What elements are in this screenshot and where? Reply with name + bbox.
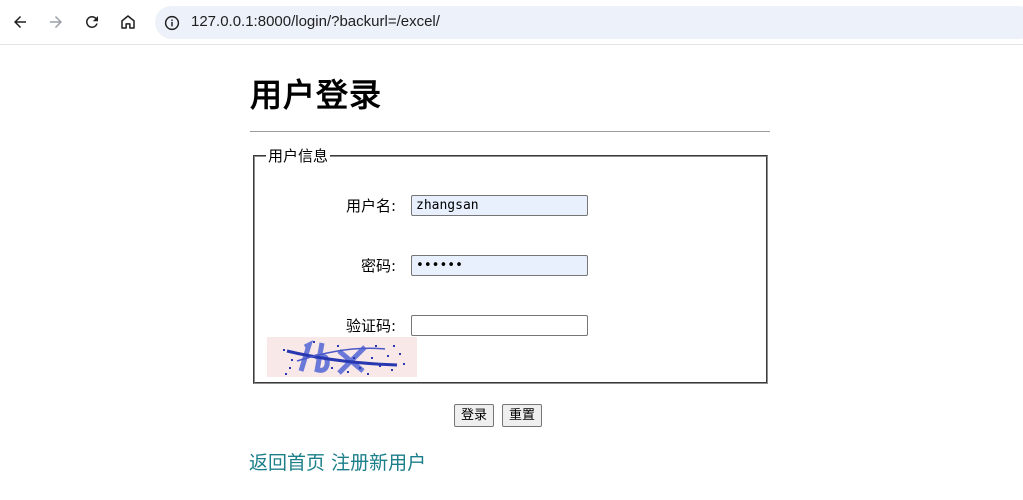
browser-toolbar: 127.0.0.1:8000/login/?backurl=/excel/ (0, 0, 1023, 45)
site-info-icon[interactable] (163, 14, 181, 32)
page-title: 用户登录 (250, 76, 383, 114)
address-bar[interactable]: 127.0.0.1:8000/login/?backurl=/excel/ (155, 6, 1023, 39)
arrow-left-icon (14, 16, 26, 28)
forward-button[interactable] (43, 9, 69, 35)
footer-links: 返回首页 注册新用户 (249, 448, 426, 475)
divider (250, 131, 770, 132)
captcha-input[interactable] (411, 315, 588, 336)
home-icon (121, 15, 135, 29)
password-label: 密码: (360, 257, 396, 275)
reset-button[interactable]: 重置 (502, 404, 543, 427)
reload-button[interactable] (79, 9, 105, 35)
back-button[interactable] (7, 9, 33, 35)
captcha-image[interactable] (267, 337, 417, 377)
back-home-link[interactable]: 返回首页 (249, 452, 325, 474)
fieldset-legend: 用户信息 (266, 147, 331, 165)
register-link[interactable]: 注册新用户 (331, 452, 426, 474)
url-text[interactable]: 127.0.0.1:8000/login/?backurl=/excel/ (191, 13, 440, 30)
password-input[interactable] (411, 255, 588, 276)
username-input[interactable] (411, 195, 588, 216)
username-label: 用户名: (345, 197, 396, 215)
login-button[interactable]: 登录 (454, 404, 495, 427)
arrow-right-icon (50, 16, 62, 28)
home-button[interactable] (115, 9, 141, 35)
user-info-fieldset: 用户信息 用户名: 密码: 验证码: (253, 148, 768, 384)
captcha-label: 验证码: (345, 317, 396, 335)
reload-icon (85, 15, 98, 28)
